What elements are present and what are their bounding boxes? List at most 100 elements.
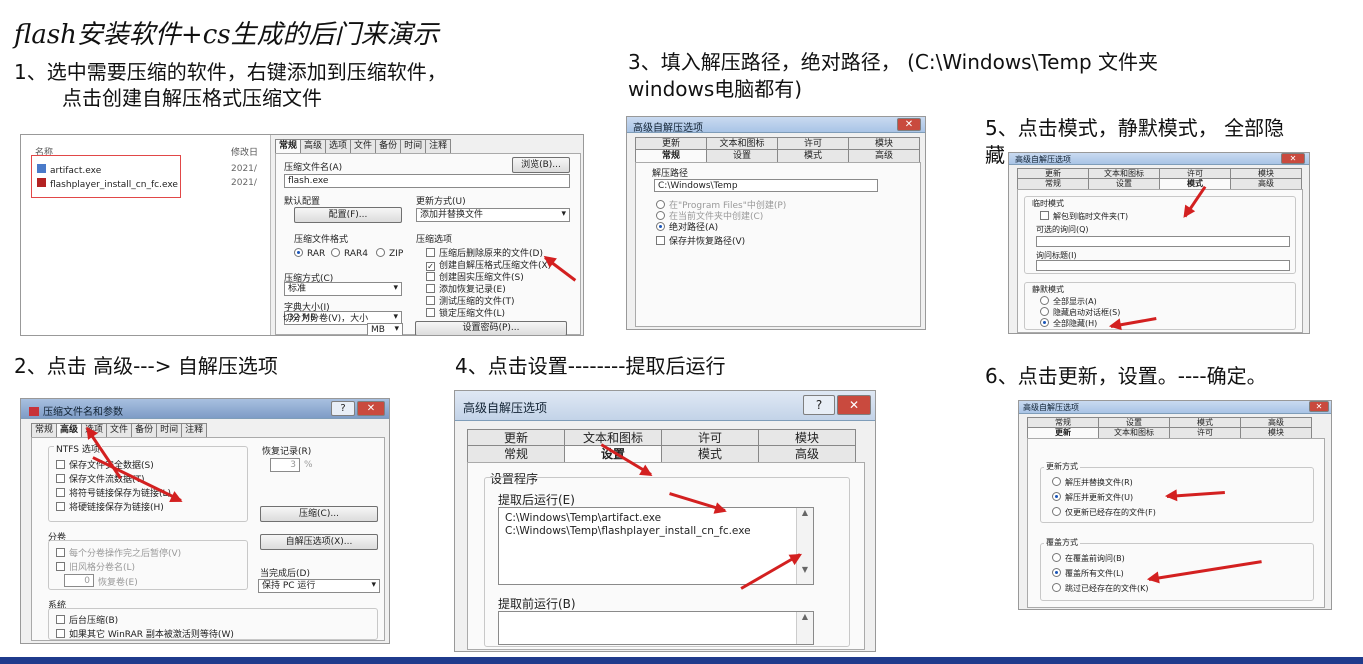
tab-comment[interactable]: 注释 xyxy=(181,423,208,437)
format-rar4-radio[interactable]: RAR4 xyxy=(331,248,368,259)
tab-modes[interactable]: 模式 xyxy=(1159,178,1231,189)
split-unit-select[interactable]: MB xyxy=(367,323,403,335)
unpack-temp-checkbox[interactable]: 解包到临时文件夹(T) xyxy=(1040,211,1128,222)
overwrite-all-radio[interactable]: 覆盖所有文件(L) xyxy=(1052,568,1124,579)
tab-backup[interactable]: 备份 xyxy=(131,423,158,437)
ask-title-input[interactable] xyxy=(1036,260,1290,271)
profile-button[interactable]: 配置(F)... xyxy=(294,207,402,223)
tab-advanced[interactable]: 高级 xyxy=(300,139,327,153)
close-button[interactable]: ✕ xyxy=(837,395,871,415)
option-lock-checkbox[interactable]: 锁定压缩文件(L) xyxy=(426,306,505,319)
hide-all-radio[interactable]: 全部隐藏(H) xyxy=(1040,318,1097,329)
column-modified-header[interactable]: 修改日 xyxy=(231,145,258,158)
close-button[interactable]: ✕ xyxy=(1309,401,1329,412)
tab-advanced[interactable]: 高级 xyxy=(848,149,920,163)
scrollbar[interactable]: ▲ xyxy=(796,612,813,644)
file-row[interactable]: artifact.exe xyxy=(37,164,101,176)
tab-time[interactable]: 时间 xyxy=(156,423,183,437)
skip-existing-radio[interactable]: 跳过已经存在的文件(K) xyxy=(1052,583,1149,594)
tab-comment[interactable]: 注释 xyxy=(425,139,452,153)
help-button[interactable]: ? xyxy=(803,395,835,415)
radio-label: 全部显示(A) xyxy=(1053,297,1097,306)
scroll-down-icon[interactable]: ▼ xyxy=(797,565,813,574)
help-button[interactable]: ? xyxy=(331,401,355,416)
path-input[interactable]: C:\Windows\Temp xyxy=(654,179,878,192)
window-title: 高级自解压选项 xyxy=(463,401,548,415)
tab-general[interactable]: 常规 xyxy=(275,139,302,153)
footer-bar xyxy=(0,657,1363,664)
tab-time[interactable]: 时间 xyxy=(400,139,427,153)
run-after-line: C:\Windows\Temp\artifact.exe xyxy=(505,512,662,524)
radio-icon xyxy=(1052,553,1061,562)
tab-license[interactable]: 许可 xyxy=(661,429,759,446)
tab-backup[interactable]: 备份 xyxy=(375,139,402,153)
ask-overwrite-radio[interactable]: 在覆盖前询问(B) xyxy=(1052,553,1125,564)
archive-name-input[interactable]: flash.exe xyxy=(284,174,570,188)
checkbox-icon xyxy=(426,272,435,281)
scroll-up-icon[interactable]: ▲ xyxy=(797,508,813,517)
scrollbar[interactable]: ▲ ▼ xyxy=(796,508,813,584)
extract-replace-radio[interactable]: 解压并替换文件(R) xyxy=(1052,477,1133,488)
run-before-textarea[interactable] xyxy=(498,611,814,645)
show-all-radio[interactable]: 全部显示(A) xyxy=(1040,296,1097,307)
tab-update[interactable]: 更新 xyxy=(467,429,565,446)
wait-checkbox[interactable]: 如果其它 WinRAR 副本被激活则等待(W) xyxy=(56,627,234,640)
tab-files[interactable]: 文件 xyxy=(106,423,133,437)
tab-files[interactable]: 文件 xyxy=(350,139,377,153)
recovery-volumes-spinner[interactable]: 0 xyxy=(64,574,94,587)
slide-heading: flash安装软件+cs生成的后门来演示 xyxy=(14,20,439,50)
recovery-spinner[interactable]: 3 xyxy=(270,458,300,472)
save-restore-checkbox[interactable]: 保存并恢复路径(V) xyxy=(656,234,745,247)
method-select[interactable]: 标准 xyxy=(284,282,402,296)
set-password-button[interactable]: 设置密码(P)... xyxy=(415,321,567,335)
step4-caption: 4、点击设置--------提取后运行 xyxy=(455,354,726,378)
tab-general[interactable]: 常规 xyxy=(467,445,565,462)
tab-advanced[interactable]: 高级 xyxy=(56,423,83,437)
checkbox-icon xyxy=(56,488,65,497)
hide-start-radio[interactable]: 隐藏启动对话框(S) xyxy=(1040,307,1120,318)
checkbox-label: 保存并恢复路径(V) xyxy=(669,237,746,247)
tab-advanced[interactable]: 高级 xyxy=(758,445,856,462)
window-title: 压缩文件名和参数 xyxy=(43,407,123,418)
compress-button[interactable]: 压缩(C)... xyxy=(260,506,378,522)
recovery-volumes-label: 恢复卷(E) xyxy=(98,578,138,588)
tab-modules[interactable]: 模块 xyxy=(1240,427,1312,438)
radio-icon xyxy=(656,200,665,209)
format-rar-radio[interactable]: RAR xyxy=(294,248,325,259)
tab-general[interactable]: 常规 xyxy=(635,149,707,163)
tab-update[interactable]: 更新 xyxy=(1027,427,1099,438)
browse-button[interactable]: 浏览(B)... xyxy=(512,157,570,173)
tab-modes[interactable]: 模式 xyxy=(777,149,849,163)
tab-setup[interactable]: 设置 xyxy=(1088,178,1160,189)
file-row[interactable]: flashplayer_install_cn_fc.exe xyxy=(37,178,178,190)
radio-icon xyxy=(1040,318,1049,327)
close-button[interactable]: ✕ xyxy=(357,401,385,416)
when-done-select[interactable]: 保持 PC 运行 xyxy=(258,579,380,593)
tab-text-icon[interactable]: 文本和图标 xyxy=(564,429,662,446)
archive-name-label: 压缩文件名(A) xyxy=(284,163,343,173)
fresh-existing-radio[interactable]: 仅更新已经存在的文件(F) xyxy=(1052,507,1156,518)
tab-text-icon[interactable]: 文本和图标 xyxy=(1098,427,1170,438)
ask-input[interactable] xyxy=(1036,236,1290,247)
tab-general[interactable]: 常规 xyxy=(1017,178,1089,189)
absolute-path-radio[interactable]: 绝对路径(A) xyxy=(656,220,718,233)
tab-license[interactable]: 许可 xyxy=(1169,427,1241,438)
background-checkbox[interactable]: 后台压缩(B) xyxy=(56,613,118,626)
old-style-volume-checkbox[interactable]: 旧风格分卷名(L) xyxy=(56,560,135,573)
tab-modes[interactable]: 模式 xyxy=(661,445,759,462)
close-button[interactable]: ✕ xyxy=(897,118,921,131)
extract-update-radio[interactable]: 解压并更新文件(U) xyxy=(1052,492,1133,503)
pause-volume-checkbox[interactable]: 每个分卷操作完之后暂停(V) xyxy=(56,546,181,559)
close-button[interactable]: ✕ xyxy=(1281,153,1305,164)
tab-options[interactable]: 选项 xyxy=(325,139,352,153)
ntfs-hardlink-checkbox[interactable]: 将硬链接保存为链接(H) xyxy=(56,500,164,513)
file-name: flashplayer_install_cn_fc.exe xyxy=(50,180,178,190)
tab-advanced[interactable]: 高级 xyxy=(1230,178,1302,189)
sfx-options-button[interactable]: 自解压选项(X)... xyxy=(260,534,378,550)
update-mode-select[interactable]: 添加并替换文件 xyxy=(416,208,570,222)
tab-modules[interactable]: 模块 xyxy=(758,429,856,446)
tab-setup[interactable]: 设置 xyxy=(706,149,778,163)
format-zip-radio[interactable]: ZIP xyxy=(376,248,403,259)
tab-general[interactable]: 常规 xyxy=(31,423,58,437)
scroll-up-icon[interactable]: ▲ xyxy=(797,612,813,621)
